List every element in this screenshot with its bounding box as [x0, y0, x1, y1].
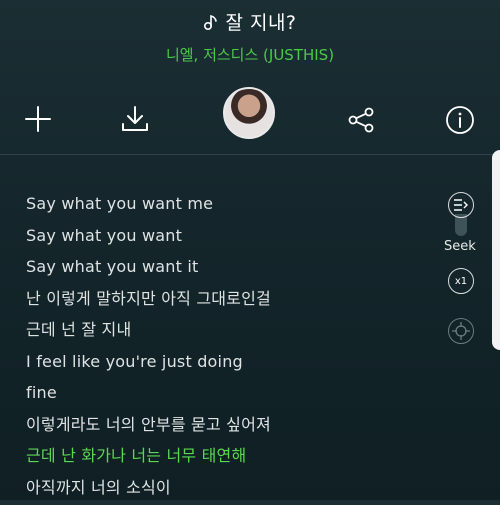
- lyric-line[interactable]: 난 이렇게 말하지만 아직 그대로인걸: [26, 285, 426, 317]
- add-button[interactable]: [24, 105, 52, 133]
- lyric-line[interactable]: Say what you want me: [26, 190, 426, 222]
- song-title: 잘 지내?: [225, 8, 296, 35]
- lyrics-list[interactable]: Say what you want meSay what you wantSay…: [26, 190, 426, 505]
- auto-scroll-button[interactable]: [448, 192, 474, 218]
- share-button[interactable]: [347, 106, 375, 134]
- lyric-line[interactable]: Say what you want it: [26, 253, 426, 285]
- lyric-line[interactable]: 아직까지 너의 소식이: [26, 474, 426, 505]
- download-button[interactable]: [120, 104, 150, 134]
- auto-scroll-icon: [453, 198, 469, 212]
- music-note-icon: [203, 13, 219, 31]
- info-button[interactable]: [445, 105, 475, 135]
- speed-button[interactable]: x1: [448, 268, 474, 294]
- seek-label: Seek: [444, 239, 476, 254]
- download-icon: [120, 104, 150, 134]
- artist-avatar[interactable]: [223, 87, 275, 139]
- crosshair-icon: [452, 322, 470, 340]
- info-icon: [445, 105, 475, 135]
- lyric-line[interactable]: 이렇게라도 너의 안부를 묻고 싶어져: [26, 411, 426, 443]
- song-header: 잘 지내? 니엘, 저스디스 (JUSTHIS): [0, 0, 500, 70]
- lyric-line[interactable]: 근데 넌 잘 지내: [26, 316, 426, 348]
- title-row: 잘 지내?: [0, 8, 500, 35]
- lyric-line[interactable]: fine: [26, 379, 426, 411]
- lyric-line[interactable]: Say what you want: [26, 222, 426, 254]
- share-icon: [347, 106, 375, 134]
- lyric-line-current[interactable]: 근데 난 화가나 너는 너무 태연해: [26, 442, 426, 474]
- lyric-line[interactable]: I feel like you're just doing: [26, 348, 426, 380]
- edge-panel-handle[interactable]: [492, 150, 500, 350]
- speed-label: x1: [455, 276, 467, 287]
- toolbar-divider: [0, 154, 493, 155]
- plus-icon: [24, 105, 52, 133]
- locate-button[interactable]: [448, 318, 474, 344]
- artist-name[interactable]: 니엘, 저스디스 (JUSTHIS): [0, 44, 500, 65]
